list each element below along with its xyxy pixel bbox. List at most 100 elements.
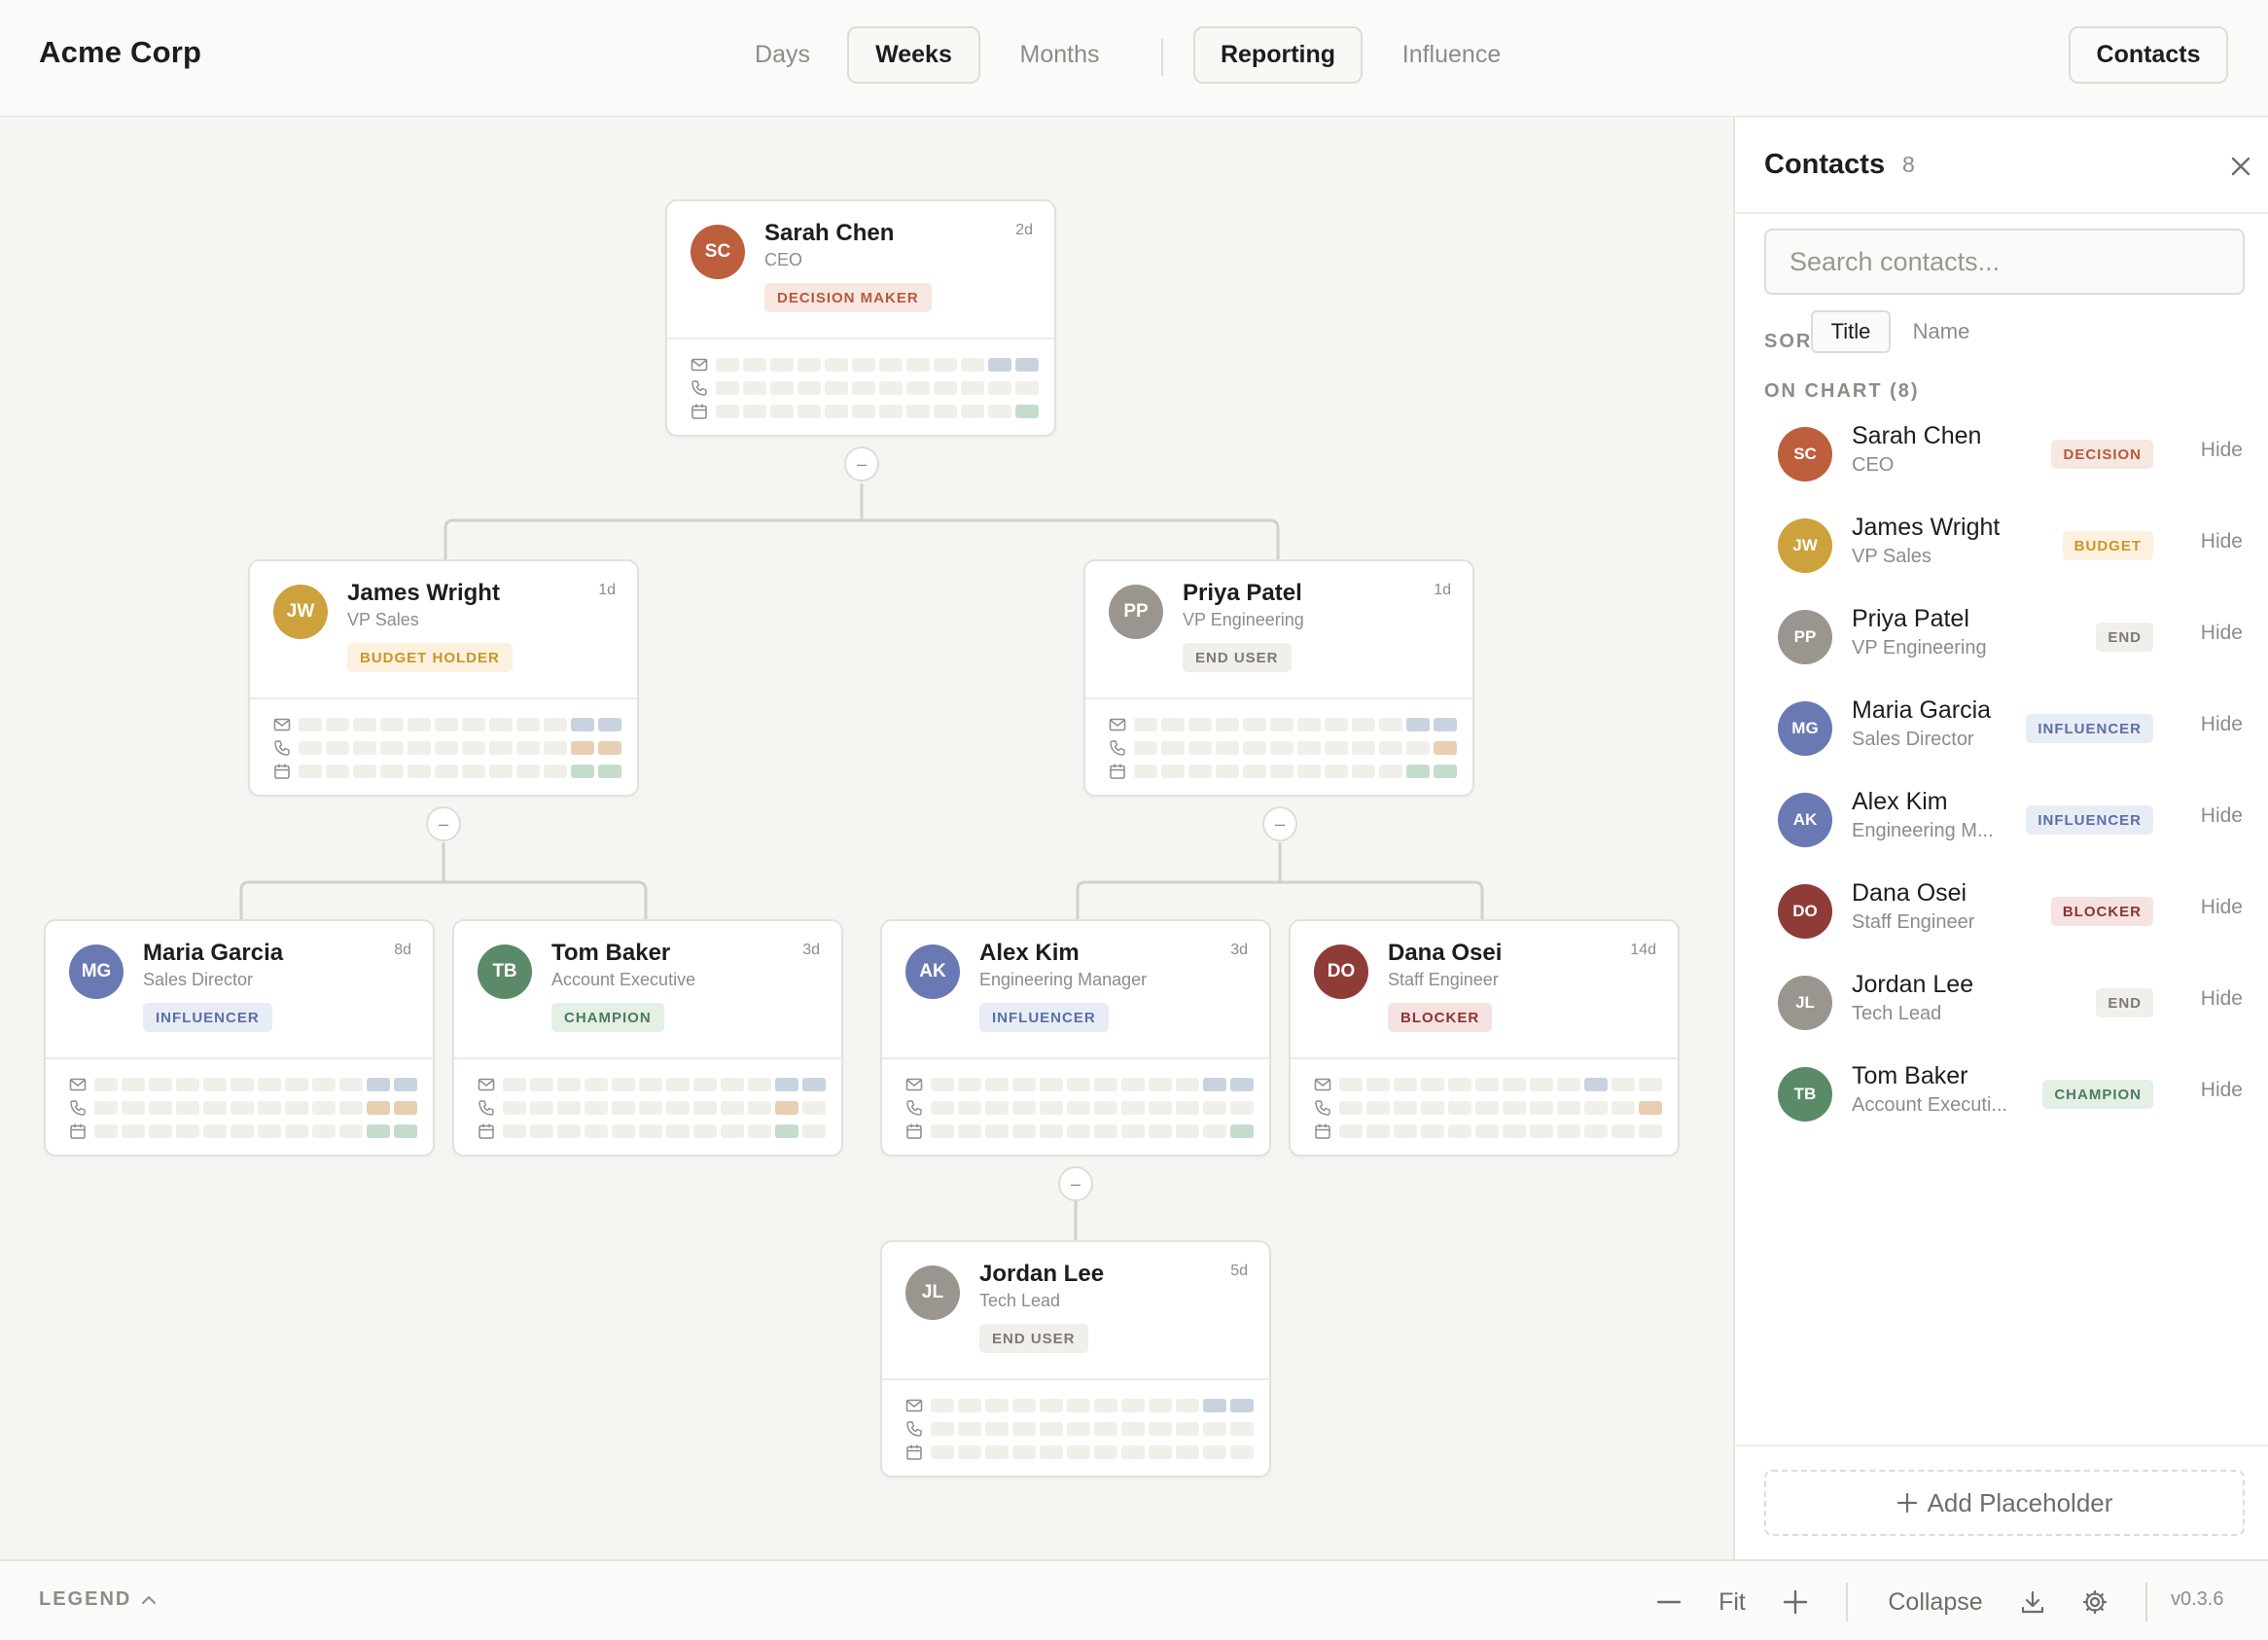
activity-cell[interactable]	[394, 1101, 417, 1115]
activity-cell[interactable]	[802, 1078, 826, 1091]
activity-cell[interactable]	[1012, 1078, 1036, 1091]
contact-list-item[interactable]: JL Jordan Lee Tech Lead END Hide	[1764, 964, 2245, 1042]
activity-cell[interactable]	[176, 1124, 199, 1138]
activity-cell[interactable]	[1448, 1078, 1471, 1091]
activity-cell[interactable]	[230, 1078, 254, 1091]
activity-cell[interactable]	[1448, 1124, 1471, 1138]
activity-cell[interactable]	[585, 1101, 608, 1115]
activity-cell[interactable]	[380, 741, 404, 755]
activity-cell[interactable]	[1040, 1445, 1063, 1459]
activity-cell[interactable]	[1176, 1445, 1199, 1459]
sort-by-title-button[interactable]: Title	[1811, 310, 1891, 353]
activity-cell[interactable]	[598, 741, 621, 755]
activity-cell[interactable]	[1475, 1101, 1499, 1115]
activity-cell[interactable]	[721, 1101, 744, 1115]
activity-cell[interactable]	[852, 358, 875, 372]
legend-toggle[interactable]: LEGEND	[39, 1588, 157, 1611]
activity-cell[interactable]	[1012, 1445, 1036, 1459]
activity-cell[interactable]	[1584, 1101, 1608, 1115]
hide-button[interactable]: Hide	[2201, 713, 2243, 736]
activity-cell[interactable]	[435, 718, 458, 731]
activity-cell[interactable]	[1406, 718, 1430, 731]
zoom-out-button[interactable]	[1649, 1581, 1688, 1623]
activity-cell[interactable]	[639, 1124, 662, 1138]
activity-cell[interactable]	[203, 1078, 227, 1091]
activity-cell[interactable]	[1134, 741, 1157, 755]
activity-cell[interactable]	[1149, 1399, 1172, 1412]
activity-cell[interactable]	[1230, 1399, 1254, 1412]
activity-cell[interactable]	[1040, 1124, 1063, 1138]
activity-cell[interactable]	[666, 1101, 690, 1115]
activity-cell[interactable]	[666, 1078, 690, 1091]
activity-cell[interactable]	[931, 1101, 954, 1115]
activity-cell[interactable]	[285, 1078, 308, 1091]
activity-cell[interactable]	[958, 1399, 981, 1412]
activity-cell[interactable]	[149, 1078, 172, 1091]
activity-cell[interactable]	[1203, 1445, 1226, 1459]
activity-cell[interactable]	[1339, 1101, 1363, 1115]
activity-cell[interactable]	[775, 1124, 798, 1138]
activity-cell[interactable]	[1012, 1422, 1036, 1436]
activity-cell[interactable]	[748, 1124, 771, 1138]
activity-cell[interactable]	[1012, 1399, 1036, 1412]
activity-cell[interactable]	[1612, 1078, 1635, 1091]
activity-cell[interactable]	[598, 765, 621, 778]
activity-cell[interactable]	[716, 358, 739, 372]
activity-cell[interactable]	[1040, 1399, 1063, 1412]
activity-cell[interactable]	[1012, 1124, 1036, 1138]
activity-cell[interactable]	[1161, 741, 1185, 755]
hide-button[interactable]: Hide	[2201, 530, 2243, 553]
hide-button[interactable]: Hide	[2201, 804, 2243, 828]
activity-cell[interactable]	[1067, 1445, 1090, 1459]
activity-cell[interactable]	[258, 1101, 281, 1115]
activity-cell[interactable]	[176, 1078, 199, 1091]
activity-cell[interactable]	[149, 1101, 172, 1115]
activity-cell[interactable]	[339, 1124, 363, 1138]
activity-cell[interactable]	[770, 405, 794, 418]
activity-cell[interactable]	[988, 358, 1011, 372]
activity-cell[interactable]	[797, 358, 821, 372]
activity-cell[interactable]	[612, 1124, 635, 1138]
contact-list-item[interactable]: JW James Wright VP Sales BUDGET Hide	[1764, 507, 2245, 585]
activity-cell[interactable]	[1149, 1101, 1172, 1115]
activity-cell[interactable]	[312, 1124, 336, 1138]
search-input[interactable]	[1764, 229, 2245, 295]
activity-cell[interactable]	[1503, 1124, 1526, 1138]
activity-cell[interactable]	[122, 1078, 145, 1091]
activity-cell[interactable]	[985, 1101, 1009, 1115]
activity-cell[interactable]	[721, 1078, 744, 1091]
activity-cell[interactable]	[530, 1078, 553, 1091]
activity-cell[interactable]	[1421, 1124, 1444, 1138]
activity-cell[interactable]	[988, 381, 1011, 395]
activity-cell[interactable]	[544, 718, 567, 731]
activity-cell[interactable]	[367, 1078, 390, 1091]
activity-cell[interactable]	[748, 1078, 771, 1091]
activity-cell[interactable]	[1230, 1124, 1254, 1138]
activity-cell[interactable]	[1366, 1124, 1390, 1138]
mode-influence-tab[interactable]: Influence	[1376, 26, 1527, 84]
activity-cell[interactable]	[1639, 1124, 1662, 1138]
activity-cell[interactable]	[1503, 1101, 1526, 1115]
activity-cell[interactable]	[1015, 381, 1039, 395]
activity-cell[interactable]	[530, 1124, 553, 1138]
activity-cell[interactable]	[1216, 718, 1239, 731]
activity-cell[interactable]	[462, 765, 485, 778]
activity-cell[interactable]	[1094, 1124, 1117, 1138]
activity-cell[interactable]	[743, 358, 766, 372]
activity-cell[interactable]	[1161, 718, 1185, 731]
activity-cell[interactable]	[612, 1101, 635, 1115]
activity-cell[interactable]	[339, 1101, 363, 1115]
activity-cell[interactable]	[931, 1078, 954, 1091]
activity-cell[interactable]	[285, 1101, 308, 1115]
activity-cell[interactable]	[985, 1078, 1009, 1091]
activity-cell[interactable]	[1067, 1124, 1090, 1138]
activity-cell[interactable]	[906, 381, 930, 395]
contact-list-item[interactable]: TB Tom Baker Account Executi... CHAMPION…	[1764, 1055, 2245, 1133]
contact-card-sarah-chen[interactable]: SC Sarah Chen CEO 2d DECISION MAKER	[665, 199, 1056, 437]
activity-cell[interactable]	[1015, 405, 1039, 418]
activity-cell[interactable]	[122, 1124, 145, 1138]
activity-cell[interactable]	[1270, 765, 1293, 778]
activity-cell[interactable]	[666, 1124, 690, 1138]
hide-button[interactable]: Hide	[2201, 439, 2243, 462]
activity-cell[interactable]	[934, 405, 957, 418]
